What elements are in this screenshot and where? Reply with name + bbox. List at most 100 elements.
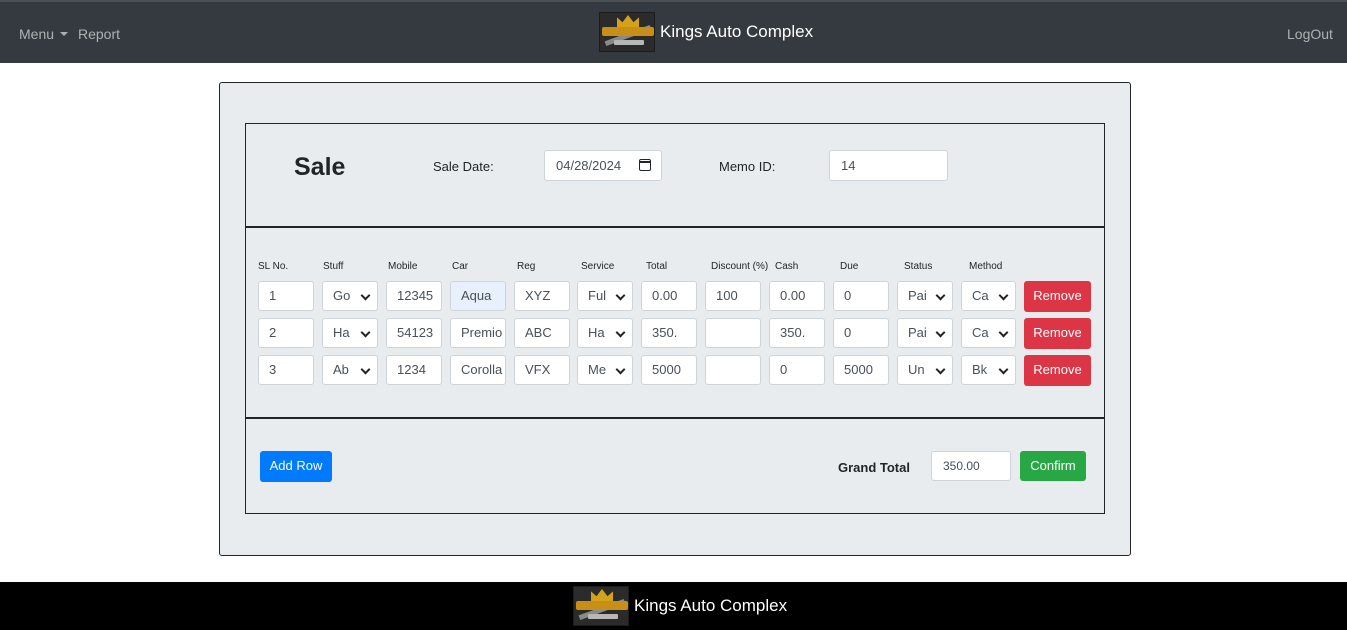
service-value: Me [588,362,607,377]
reg-input[interactable]: ABC [514,318,570,348]
method-value: Ca [972,325,989,340]
status-select[interactable]: Pai [897,318,953,348]
stuff-value: Ab [333,362,349,377]
stuff-select[interactable]: Go [322,281,378,311]
chevron-down-icon [935,364,946,375]
calendar-icon[interactable] [639,159,651,171]
menu-dropdown[interactable]: Menu [19,26,69,42]
discount-input[interactable] [705,355,761,385]
chevron-down-icon [615,364,626,375]
mobile-input[interactable]: 1234 [386,355,442,385]
kings-auto-logo [599,12,655,52]
footer-brand: Kings Auto Complex [573,586,787,626]
col-header-car: Car [452,261,469,272]
mobile-input[interactable]: 54123 [386,318,442,348]
status-value: Pai [908,325,927,340]
chevron-down-icon [998,290,1009,301]
cash-input[interactable]: 350. [769,318,825,348]
col-header-method: Method [969,261,1003,272]
total-input[interactable]: 0.00 [641,281,697,311]
stuff-value: Ha [333,325,350,340]
status-select[interactable]: Un [897,355,953,385]
status-value: Un [908,362,925,377]
total-input[interactable]: 350. [641,318,697,348]
method-select[interactable]: Ca [961,281,1016,311]
section-divider [246,417,1104,419]
reg-input[interactable]: XYZ [514,281,570,311]
col-header-total: Total [646,261,668,272]
method-value: Bk [972,362,988,377]
col-header-stuff: Stuff [323,261,344,272]
method-select[interactable]: Bk [961,355,1016,385]
sale-date-label: Sale Date: [433,159,494,174]
stuff-select[interactable]: Ab [322,355,378,385]
add-row-button[interactable]: Add Row [260,451,332,482]
col-header-status: Status [904,261,933,272]
col-header-cash: Cash [775,261,799,272]
sale-date-input[interactable]: 04/28/2024 [544,150,662,181]
col-header-discount: Discount (%) [711,261,769,272]
chevron-down-icon [360,327,371,338]
col-header-sl: SL No. [258,261,289,272]
service-select[interactable]: Ha [577,318,633,348]
sl-input[interactable]: 1 [258,281,314,311]
page-footer: Kings Auto Complex [0,582,1347,630]
method-select[interactable]: Ca [961,318,1016,348]
car-input[interactable]: Aqua [450,281,506,311]
remove-button[interactable]: Remove [1024,281,1091,312]
mobile-input[interactable]: 12345 [386,281,442,311]
stuff-value: Go [333,288,351,303]
col-header-due: Due [840,261,859,272]
chevron-down-icon [935,290,946,301]
chevron-down-icon [935,327,946,338]
service-select[interactable]: Ful [577,281,633,311]
due-input[interactable]: 0 [833,318,889,348]
sale-card: Sale Sale Date: 04/28/2024 Memo ID: 14 S… [219,82,1131,556]
chevron-down-icon [615,290,626,301]
items-table: SL No. Stuff Mobile Car Reg Service Tota… [246,228,1104,416]
grand-total-label: Grand Total [838,460,910,475]
report-link[interactable]: Report [78,26,120,42]
memo-id-input[interactable]: 14 [829,150,948,181]
car-input[interactable]: Premio [450,318,506,348]
service-select[interactable]: Me [577,355,633,385]
cash-input[interactable]: 0.00 [769,281,825,311]
sl-input[interactable]: 2 [258,318,314,348]
discount-input[interactable]: 100 [705,281,761,311]
col-header-reg: Reg [517,261,536,272]
menu-label: Menu [19,26,55,42]
status-value: Pai [908,288,927,303]
due-input[interactable]: 5000 [833,355,889,385]
page-title: Sale [294,153,346,181]
confirm-button[interactable]: Confirm [1020,451,1086,481]
chevron-down-icon [998,364,1009,375]
footer-brand-name: Kings Auto Complex [634,596,788,615]
navbar-brand[interactable]: Kings Auto Complex [599,12,813,52]
service-value: Ful [588,288,607,303]
logout-link[interactable]: LogOut [1287,26,1333,42]
method-value: Ca [972,288,989,303]
due-input[interactable]: 0 [833,281,889,311]
caret-down-icon [60,32,69,36]
stuff-select[interactable]: Ha [322,318,378,348]
status-select[interactable]: Pai [897,281,953,311]
col-header-mobile: Mobile [388,261,418,272]
reg-input[interactable]: VFX [514,355,570,385]
cash-input[interactable]: 0 [769,355,825,385]
sl-input[interactable]: 3 [258,355,314,385]
remove-button[interactable]: Remove [1024,318,1091,349]
chevron-down-icon [360,364,371,375]
grand-total-input[interactable]: 350.00 [931,451,1011,481]
car-input[interactable]: Corolla [450,355,506,385]
chevron-down-icon [615,327,626,338]
service-value: Ha [588,325,605,340]
top-navbar: Menu Report Kings Auto Complex LogOut [0,0,1347,63]
chevron-down-icon [998,327,1009,338]
brand-name: Kings Auto Complex [660,22,814,41]
discount-input[interactable] [705,318,761,348]
remove-button[interactable]: Remove [1024,355,1091,386]
chevron-down-icon [360,290,371,301]
col-header-service: Service [581,261,615,272]
memo-id-label: Memo ID: [719,159,776,174]
total-input[interactable]: 5000 [641,355,697,385]
